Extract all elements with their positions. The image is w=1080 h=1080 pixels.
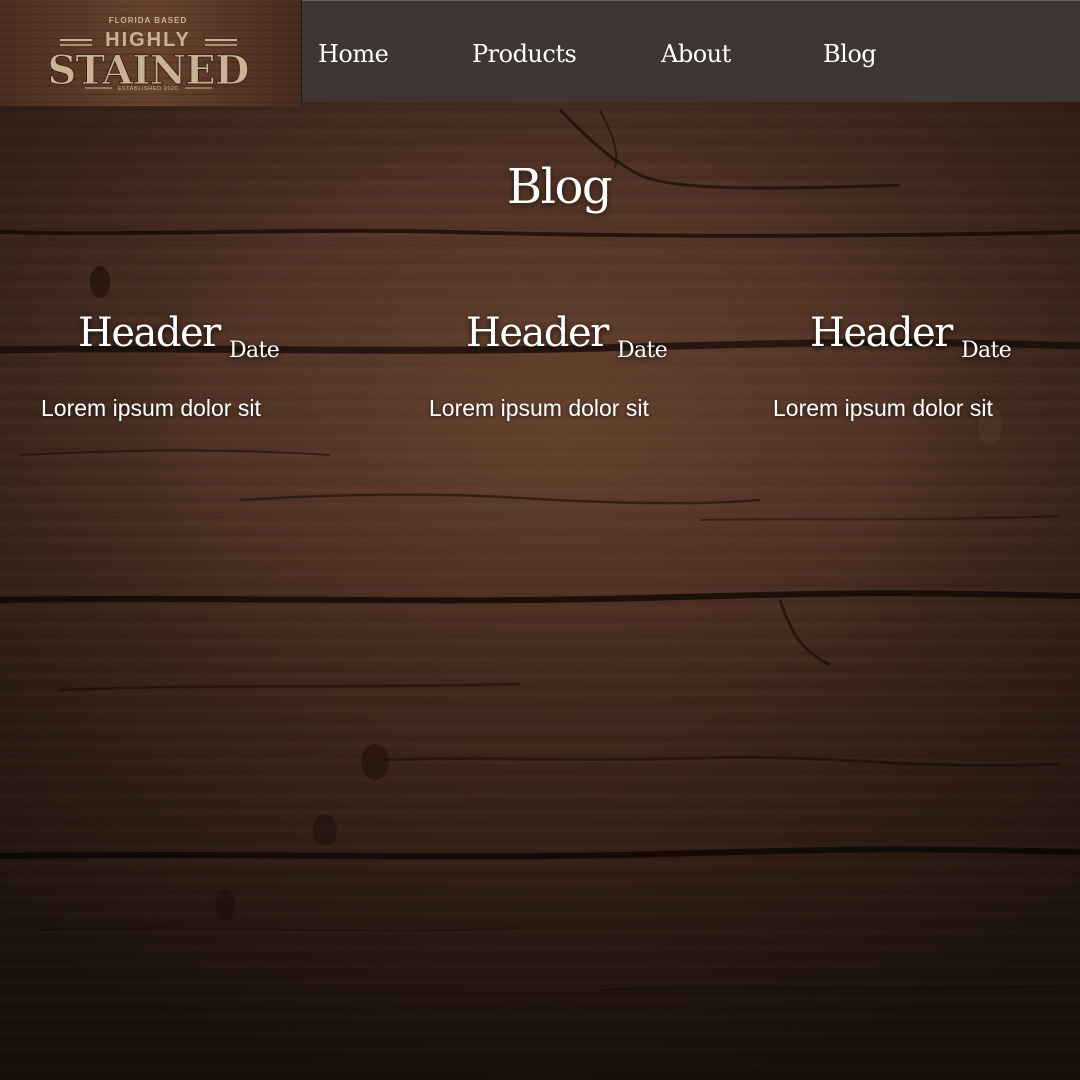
post-header[interactable]: Header <box>466 308 609 358</box>
post-excerpt: Lorem ipsum dolor sit <box>773 395 993 421</box>
post-header[interactable]: Header <box>78 308 221 358</box>
blog-post-card[interactable]: Header Date Lorem ipsum dolor sit <box>0 308 360 428</box>
nav-about-link[interactable]: About <box>661 37 731 71</box>
page-title: Blog <box>506 159 613 215</box>
post-excerpt: Lorem ipsum dolor sit <box>41 395 261 421</box>
post-excerpt: Lorem ipsum dolor sit <box>429 395 649 421</box>
site-header: FLORIDA BASED HIGHLY STAINED ESTABLISHED… <box>0 0 1080 106</box>
blog-post-card[interactable]: Header Date Lorem ipsum dolor sit <box>360 308 720 428</box>
post-date: Date <box>617 338 668 363</box>
main-nav: Home Products About Blog <box>302 0 1080 102</box>
svg-text:FLORIDA BASED: FLORIDA BASED <box>109 16 187 25</box>
post-date: Date <box>961 338 1012 363</box>
nav-home-link[interactable]: Home <box>318 37 389 71</box>
post-header[interactable]: Header <box>810 308 953 358</box>
svg-text:ESTABLISHED 2020: ESTABLISHED 2020 <box>118 86 179 92</box>
nav-blog-link[interactable]: Blog <box>823 37 877 71</box>
blog-post-card[interactable]: Header Date Lorem ipsum dolor sit <box>720 308 1080 428</box>
highly-stained-logo[interactable]: FLORIDA BASED HIGHLY STAINED ESTABLISHED… <box>0 0 302 106</box>
post-date: Date <box>229 338 280 363</box>
logo-lettering: FLORIDA BASED HIGHLY STAINED ESTABLISHED… <box>47 16 250 95</box>
nav-products-link[interactable]: Products <box>472 37 577 71</box>
